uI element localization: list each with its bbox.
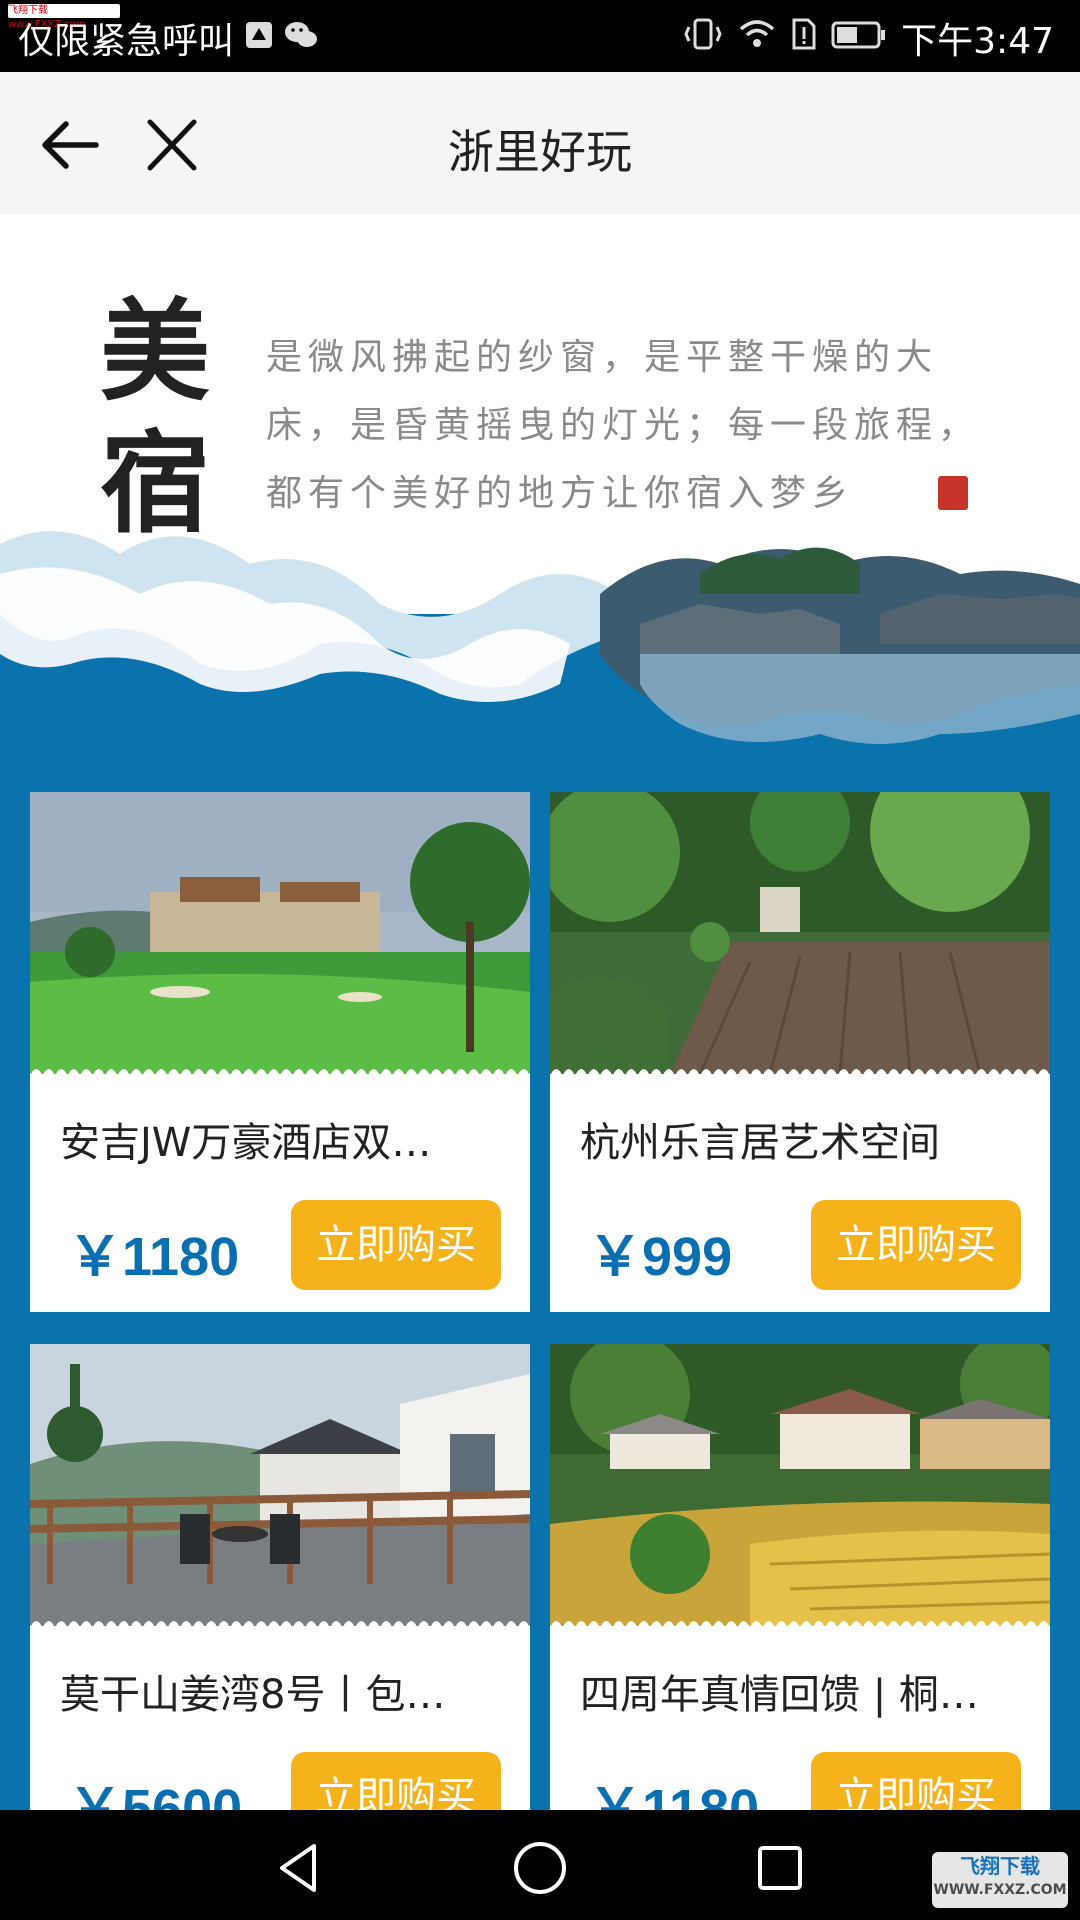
vibrate-icon — [683, 17, 723, 60]
product-photo-garden-deck — [550, 792, 1050, 1074]
calligraphy-char-1: 美 — [100, 287, 210, 416]
scallop-edge — [550, 1621, 1050, 1628]
triangle-back-icon — [280, 1844, 316, 1892]
content-scroll[interactable]: 美 宿 是微风拂起的纱窗，是平整干燥的大 床，是昏黄摇曳的灯光；每一段旅程， 都… — [0, 214, 1080, 1810]
product-price: ￥5600 — [68, 1779, 243, 1810]
watermark-line-2: WWW.FXXZ.COM — [933, 1882, 1067, 1898]
status-bar: 飞翔下载 www.FXXZ.com 仅限紧急呼叫 下午3:47 — [0, 0, 1080, 72]
product-price: ￥999 — [588, 1227, 733, 1287]
status-right: 下午3:47 — [683, 12, 1054, 64]
carrier-text: 仅限紧急呼叫 — [18, 21, 235, 62]
buy-now-button[interactable]: 立即购买 — [291, 1200, 501, 1290]
product-card[interactable]: 杭州乐言居艺术空间 ￥999 立即购买 — [550, 792, 1050, 1312]
product-price: ￥1180 — [68, 1227, 240, 1287]
product-photo-balcony — [30, 1344, 530, 1626]
wechat-icon — [284, 18, 318, 59]
red-seal-stamp — [938, 476, 968, 510]
status-left: 仅限紧急呼叫 — [18, 12, 318, 64]
scallop-edge — [30, 1621, 530, 1628]
product-card[interactable]: 四周年真情回馈 | 桐… ￥1180 立即购买 — [550, 1344, 1050, 1810]
wifi-icon — [737, 17, 777, 60]
clock: 下午3:47 — [901, 21, 1054, 62]
square-recents-icon — [758, 1846, 802, 1890]
banner: 美 宿 是微风拂起的纱窗，是平整干燥的大 床，是昏黄摇曳的灯光；每一段旅程， 都… — [0, 214, 1080, 774]
buy-now-button[interactable]: 立即购买 — [811, 1200, 1021, 1290]
product-name: 莫干山姜湾8号丨包… — [60, 1672, 446, 1718]
product-name: 安吉JW万豪酒店双… — [60, 1120, 432, 1166]
calligraphy-title: 美 宿 — [100, 286, 230, 550]
product-card[interactable]: 莫干山姜湾8号丨包… ￥5600 立即购买 — [30, 1344, 530, 1810]
page-title: 浙里好玩 — [448, 125, 632, 179]
scallop-edge — [30, 1069, 530, 1076]
circle-home-icon — [514, 1842, 566, 1894]
watermark-line-1: 飞翔下载 — [960, 1854, 1040, 1878]
buy-now-button[interactable]: 立即购买 — [291, 1752, 501, 1810]
system-recents-button[interactable] — [750, 1838, 810, 1898]
battery-icon — [831, 18, 887, 59]
poem-line: 床，是昏黄摇曳的灯光；每一段旅程， — [266, 405, 981, 446]
app-navbar: 浙里好玩 — [0, 72, 1080, 214]
sim-alert-icon — [791, 17, 817, 60]
product-photo-golf-resort — [30, 792, 530, 1074]
poem-line: 都有个美好的地方让你宿入梦乡 — [266, 473, 855, 514]
buy-now-button[interactable]: 立即购买 — [811, 1752, 1021, 1810]
product-card[interactable]: 安吉JW万豪酒店双… ￥1180 立即购买 — [30, 792, 530, 1312]
banner-poem: 是微风拂起的纱窗，是平整干燥的大 床，是昏黄摇曳的灯光；每一段旅程， 都有个美好… — [266, 324, 986, 528]
huawei-notification-icon — [244, 18, 274, 59]
product-price: ￥1180 — [588, 1779, 760, 1810]
product-photo-village-terraces — [550, 1344, 1050, 1626]
calligraphy-char-2: 宿 — [100, 419, 210, 548]
scallop-edge — [550, 1069, 1050, 1076]
system-back-button[interactable] — [270, 1838, 330, 1898]
poem-line: 是微风拂起的纱窗，是平整干燥的大 — [266, 337, 939, 378]
site-watermark: 飞翔下载 WWW.FXXZ.COM — [932, 1852, 1068, 1908]
product-name: 杭州乐言居艺术空间 — [580, 1120, 940, 1166]
system-home-button[interactable] — [510, 1838, 570, 1898]
product-name: 四周年真情回馈 | 桐… — [580, 1672, 979, 1718]
system-nav-bar: 飞翔下载 WWW.FXXZ.COM — [0, 1810, 1080, 1920]
